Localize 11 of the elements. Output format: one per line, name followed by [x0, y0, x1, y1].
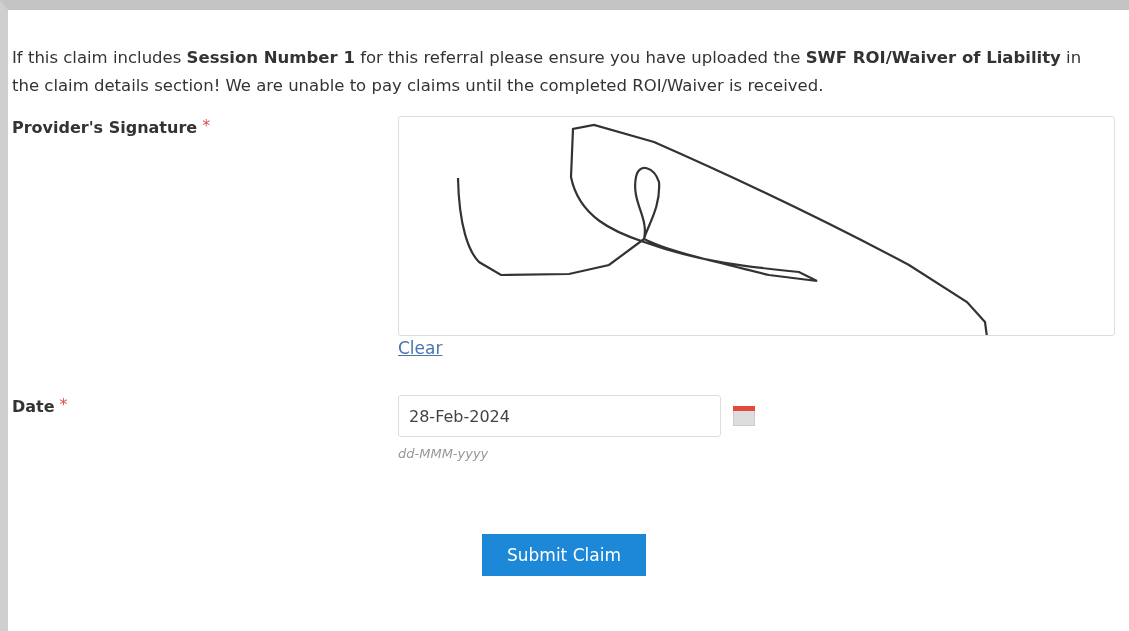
required-mark: * — [202, 116, 211, 135]
calendar-icon[interactable] — [733, 406, 755, 426]
date-field[interactable]: 28-Feb-2024 — [398, 395, 721, 437]
submit-button[interactable]: Submit Claim — [482, 534, 646, 576]
clear-link[interactable]: Clear — [398, 338, 443, 358]
format-hint: dd-MMM-yyyy — [398, 446, 489, 461]
signature-pad[interactable] — [398, 116, 1115, 336]
required-mark: * — [59, 395, 68, 414]
field-label: Provider's Signature — [12, 117, 198, 137]
field-label: Date — [12, 396, 55, 416]
notice-text: If this claim includes Session Number 1 for this referral please ensure you have uploaded the SWF ROI/Waiver of Liability in the claim details section! We are unable to pay claims until the completed ROI/Waiver is received. — [12, 47, 1083, 97]
